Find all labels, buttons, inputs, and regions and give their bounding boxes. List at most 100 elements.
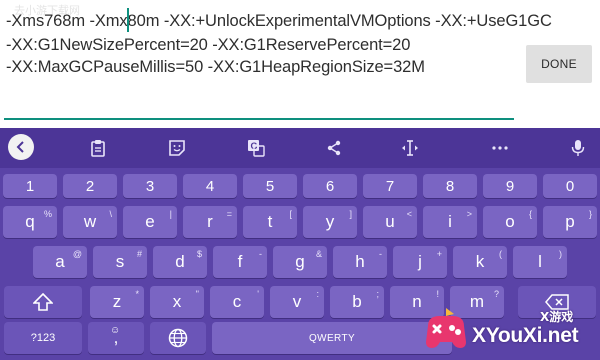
language-key[interactable] bbox=[150, 322, 206, 354]
number-key-0[interactable]: 0 bbox=[543, 174, 597, 198]
key-hint: @ bbox=[72, 249, 82, 259]
gamepad-logo-icon bbox=[426, 308, 466, 348]
letter-key-k[interactable]: k( bbox=[453, 246, 507, 278]
key-label: y bbox=[325, 212, 335, 231]
letter-key-v[interactable]: v: bbox=[270, 286, 324, 318]
letter-key-s[interactable]: s # bbox=[93, 246, 147, 278]
number-key-7[interactable]: 7 bbox=[363, 174, 417, 198]
key-label: 0 bbox=[565, 177, 575, 195]
key-label: g bbox=[295, 252, 305, 271]
key-hint: < bbox=[406, 209, 412, 219]
watermark-logo: X游戏 XYouXi.net bbox=[418, 296, 600, 360]
mic-icon[interactable] bbox=[566, 136, 590, 160]
key-label: t bbox=[267, 212, 273, 231]
number-key-9[interactable]: 9 bbox=[483, 174, 537, 198]
letter-key-o[interactable]: o{ bbox=[483, 206, 537, 238]
key-label: b bbox=[352, 292, 362, 311]
key-hint: $ bbox=[196, 249, 202, 259]
key-label: e bbox=[145, 212, 155, 231]
key-hint: ( bbox=[499, 249, 502, 259]
space-key[interactable]: QWERTY bbox=[212, 322, 452, 354]
sticker-icon[interactable] bbox=[165, 136, 189, 160]
key-label: u bbox=[385, 212, 395, 231]
letter-key-a[interactable]: a @ bbox=[33, 246, 87, 278]
key-hint: } bbox=[588, 209, 592, 219]
key-label: h bbox=[355, 252, 365, 271]
key-label: l bbox=[538, 252, 542, 271]
key-label: x bbox=[172, 292, 182, 311]
clipboard-icon[interactable] bbox=[86, 136, 110, 160]
shift-key[interactable] bbox=[4, 286, 82, 318]
comma-key[interactable]: , ☺ bbox=[88, 322, 144, 354]
key-hint: + bbox=[436, 249, 442, 259]
cursor-icon[interactable] bbox=[398, 136, 422, 160]
key-label: 1 bbox=[25, 177, 35, 195]
key-label: 9 bbox=[505, 177, 515, 195]
number-key-6[interactable]: 6 bbox=[303, 174, 357, 198]
letter-key-g[interactable]: g & bbox=[273, 246, 327, 278]
key-label: q bbox=[25, 212, 35, 231]
letter-key-f[interactable]: f- bbox=[213, 246, 267, 278]
globe-icon bbox=[168, 328, 188, 348]
letter-key-l[interactable]: l) bbox=[513, 246, 567, 278]
letter-key-r[interactable]: r = bbox=[183, 206, 237, 238]
letter-key-u[interactable]: u < bbox=[363, 206, 417, 238]
editor-line-3[interactable]: -XX:MaxGCPauseMillis=50 -XX:G1HeapRegion… bbox=[6, 58, 425, 77]
letter-key-t[interactable]: t[ bbox=[243, 206, 297, 238]
text-editor[interactable]: 去小游下载网 -Xms768m -Xmx80m -XX:+UnlockExper… bbox=[0, 0, 600, 128]
number-key-3[interactable]: 3 bbox=[123, 174, 177, 198]
key-label: i bbox=[448, 212, 452, 231]
letter-key-d[interactable]: d $ bbox=[153, 246, 207, 278]
key-label: k bbox=[475, 252, 485, 271]
letter-key-b[interactable]: b; bbox=[330, 286, 384, 318]
key-hint: & bbox=[315, 249, 322, 259]
number-key-2[interactable]: 2 bbox=[63, 174, 117, 198]
key-label: j bbox=[418, 252, 422, 271]
key-label: v bbox=[292, 292, 302, 311]
back-icon[interactable] bbox=[8, 134, 34, 160]
letter-key-q[interactable]: q% bbox=[3, 206, 57, 238]
key-hint: \ bbox=[109, 209, 112, 219]
letter-key-i[interactable]: i > bbox=[423, 206, 477, 238]
key-hint: " bbox=[195, 289, 199, 299]
key-label: 3 bbox=[145, 177, 155, 195]
letter-key-h[interactable]: h- bbox=[333, 246, 387, 278]
letter-key-e[interactable]: e | bbox=[123, 206, 177, 238]
number-key-1[interactable]: 1 bbox=[3, 174, 57, 198]
emoji-hint-icon: ☺ bbox=[110, 325, 121, 336]
number-key-8[interactable]: 8 bbox=[423, 174, 477, 198]
letter-key-z[interactable]: z * bbox=[90, 286, 144, 318]
letter-key-j[interactable]: j + bbox=[393, 246, 447, 278]
key-label: o bbox=[505, 212, 515, 231]
more-icon[interactable] bbox=[488, 136, 512, 160]
key-hint: = bbox=[226, 209, 232, 219]
key-hint: % bbox=[43, 209, 52, 219]
editor-line-1[interactable]: -Xms768m -Xmx80m -XX:+UnlockExperimental… bbox=[6, 12, 552, 31]
symbols-key[interactable]: ?123 bbox=[4, 322, 82, 354]
key-label: a bbox=[55, 252, 65, 271]
key-hint: | bbox=[169, 209, 172, 219]
number-key-5[interactable]: 5 bbox=[243, 174, 297, 198]
share-icon[interactable] bbox=[322, 136, 346, 160]
key-label: z bbox=[112, 292, 122, 311]
key-label: s bbox=[115, 252, 125, 271]
key-label: r bbox=[207, 212, 213, 231]
letter-key-x[interactable]: x " bbox=[150, 286, 204, 318]
editor-line-2[interactable]: -XX:G1NewSizePercent=20 -XX:G1ReservePer… bbox=[6, 36, 410, 55]
key-hint: - bbox=[379, 249, 382, 259]
translate-icon[interactable]: G bbox=[244, 136, 268, 160]
key-label: f bbox=[237, 252, 243, 271]
number-key-4[interactable]: 4 bbox=[183, 174, 237, 198]
key-label: 2 bbox=[85, 177, 95, 195]
key-label: d bbox=[175, 252, 185, 271]
input-underline bbox=[4, 118, 514, 120]
done-button[interactable]: DONE bbox=[526, 45, 592, 83]
letter-key-w[interactable]: w \ bbox=[63, 206, 117, 238]
letter-key-y[interactable]: y] bbox=[303, 206, 357, 238]
key-hint: ' bbox=[257, 289, 259, 299]
watermark-brand: XYouXi.net bbox=[472, 324, 579, 347]
key-label: 8 bbox=[445, 177, 455, 195]
letter-key-c[interactable]: c ' bbox=[210, 286, 264, 318]
key-hint: : bbox=[316, 289, 319, 299]
letter-key-p[interactable]: p} bbox=[543, 206, 597, 238]
